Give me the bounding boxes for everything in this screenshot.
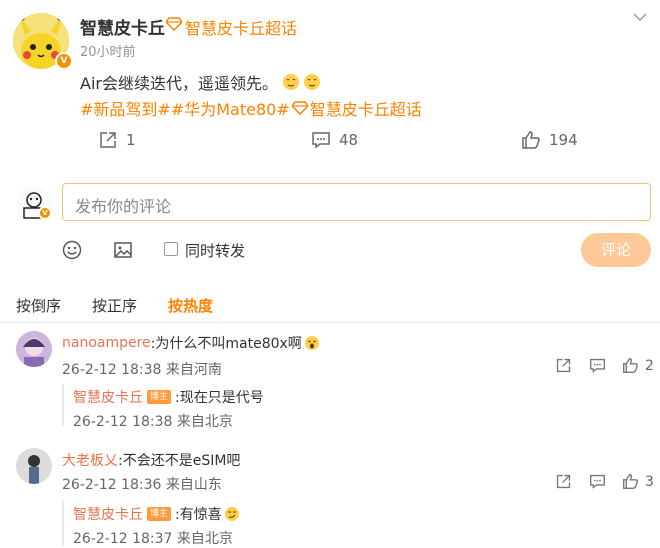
supertopic-link[interactable]: 智慧皮卡丘超话 [185,15,297,39]
reply-indicator [62,384,64,426]
comment-meta: 26-2-12 18:38 来自河南 [62,362,222,378]
comment-line: 大老板乂 :不会还不是eSIM吧 [62,450,240,470]
image-icon[interactable] [113,240,133,260]
comment-line: nanoampere :为什么不叫mate80x啊 [62,333,320,353]
share-button[interactable]: 1 [98,130,136,150]
share-icon[interactable] [555,473,572,490]
surprised-emoji-icon [304,335,320,351]
commenter-avatar[interactable] [16,331,52,367]
reply-author[interactable]: 智慧皮卡丘 [73,387,143,407]
like-button[interactable]: 3 [622,473,654,490]
verified-badge-icon: V [55,52,73,70]
like-count: 2 [645,357,654,374]
author-name[interactable]: 智慧皮卡丘 [80,14,165,39]
reply-meta: 26-2-12 18:38 来自北京 [73,414,233,430]
reply-line: 智慧皮卡丘 博主 :有惊喜 [73,504,240,524]
reply-meta: 26-2-12 18:37 来自北京 [73,531,233,547]
chevron-down-icon[interactable] [633,12,647,22]
reply-text: :有惊喜 [175,507,222,523]
author-tag: 博主 [147,507,172,521]
sort-reverse-tab[interactable]: 按倒序 [16,295,61,316]
comment-meta: 26-2-12 18:36 来自山东 [62,477,222,493]
divider [0,322,660,323]
hashtag-link[interactable]: #新品驾到##华为Mate80# [80,96,290,120]
repost-label: 同时转发 [185,242,246,260]
comment-count: 48 [339,131,359,149]
share-icon[interactable] [555,357,572,374]
repost-checkbox[interactable] [164,242,178,256]
post-text: Air会继续迭代，遥遥领先。 [80,74,278,93]
sort-forward-tab[interactable]: 按正序 [92,295,137,316]
thumbs-up-icon [622,357,639,374]
like-button[interactable]: 194 [521,130,578,150]
post-time[interactable]: 20小时前 [80,41,136,60]
like-count: 3 [645,473,654,490]
reply-text: :现在只是代号 [175,390,264,406]
share-icon [98,130,118,150]
reply-indicator [62,500,64,546]
smirk-emoji-icon [224,506,240,522]
commenter-avatar[interactable] [16,448,52,484]
reply-author[interactable]: 智慧皮卡丘 [73,504,143,524]
diamond-icon [291,101,308,115]
comment-text: :为什么不叫mate80x啊 [150,336,302,352]
thumbs-up-icon [622,473,639,490]
commenter-name[interactable]: nanoampere [62,335,151,351]
emoji-icon[interactable] [62,240,82,260]
commenter-name[interactable]: 大老板乂 [62,450,118,470]
diamond-icon [166,17,182,31]
comment-input[interactable]: 发布你的评论 [62,183,651,221]
submit-comment-button[interactable]: 评论 [581,233,651,267]
verified-badge-icon: V [38,206,52,220]
thumbs-up-icon [521,130,541,150]
drool-emoji-icon [282,73,300,91]
comment-icon [311,130,331,150]
supertopic-link-inline[interactable]: 智慧皮卡丘超话 [310,96,422,120]
author-tag: 博主 [147,390,172,404]
comment-button[interactable]: 48 [311,130,358,150]
reply-line: 智慧皮卡丘 博主 :现在只是代号 [73,387,264,407]
like-button[interactable]: 2 [622,357,654,374]
sort-hot-tab[interactable]: 按热度 [168,295,213,316]
comment-text: :不会还不是eSIM吧 [118,453,241,469]
comment-icon[interactable] [589,473,606,490]
share-count: 1 [126,131,136,149]
comment-icon[interactable] [589,357,606,374]
like-count: 194 [549,131,578,149]
drool-emoji-icon [303,73,321,91]
